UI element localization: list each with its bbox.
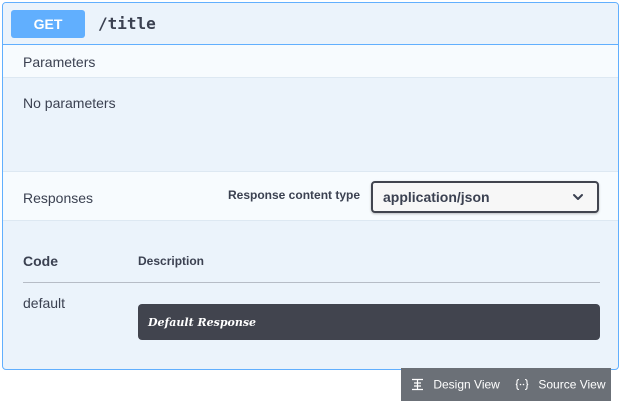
design-view-button[interactable]: Design View [411,368,500,401]
response-description: Default Response [148,316,257,329]
response-description-box: Default Response [138,304,600,340]
responses-header: Responses Response content type applicat… [3,171,618,221]
source-view-button[interactable]: Source View [515,368,606,401]
parameters-header: Parameters [3,45,618,78]
operation-path: /title [98,14,156,33]
column-header-code: Code [23,253,58,269]
parameters-title: Parameters [23,54,96,70]
operation-block: GET /title Parameters No parameters Resp… [2,2,619,370]
table-divider [23,282,600,283]
response-code: default [23,295,66,311]
content-type-value: application/json [383,189,490,205]
content-type-select[interactable]: application/json [371,181,599,213]
operation-summary[interactable]: GET /title [3,3,618,45]
method-badge: GET [11,10,85,38]
source-view-label: Source View [538,377,606,392]
chevron-down-icon [573,194,583,200]
no-parameters-text: No parameters [23,95,116,111]
content-type-label: Response content type [228,188,361,202]
design-view-icon [412,379,423,391]
responses-title: Responses [23,190,94,206]
view-toggle-bar: Design View Source View [401,368,611,401]
design-view-label: Design View [433,377,500,392]
source-code-icon [515,379,529,391]
column-header-description: Description [138,254,205,268]
